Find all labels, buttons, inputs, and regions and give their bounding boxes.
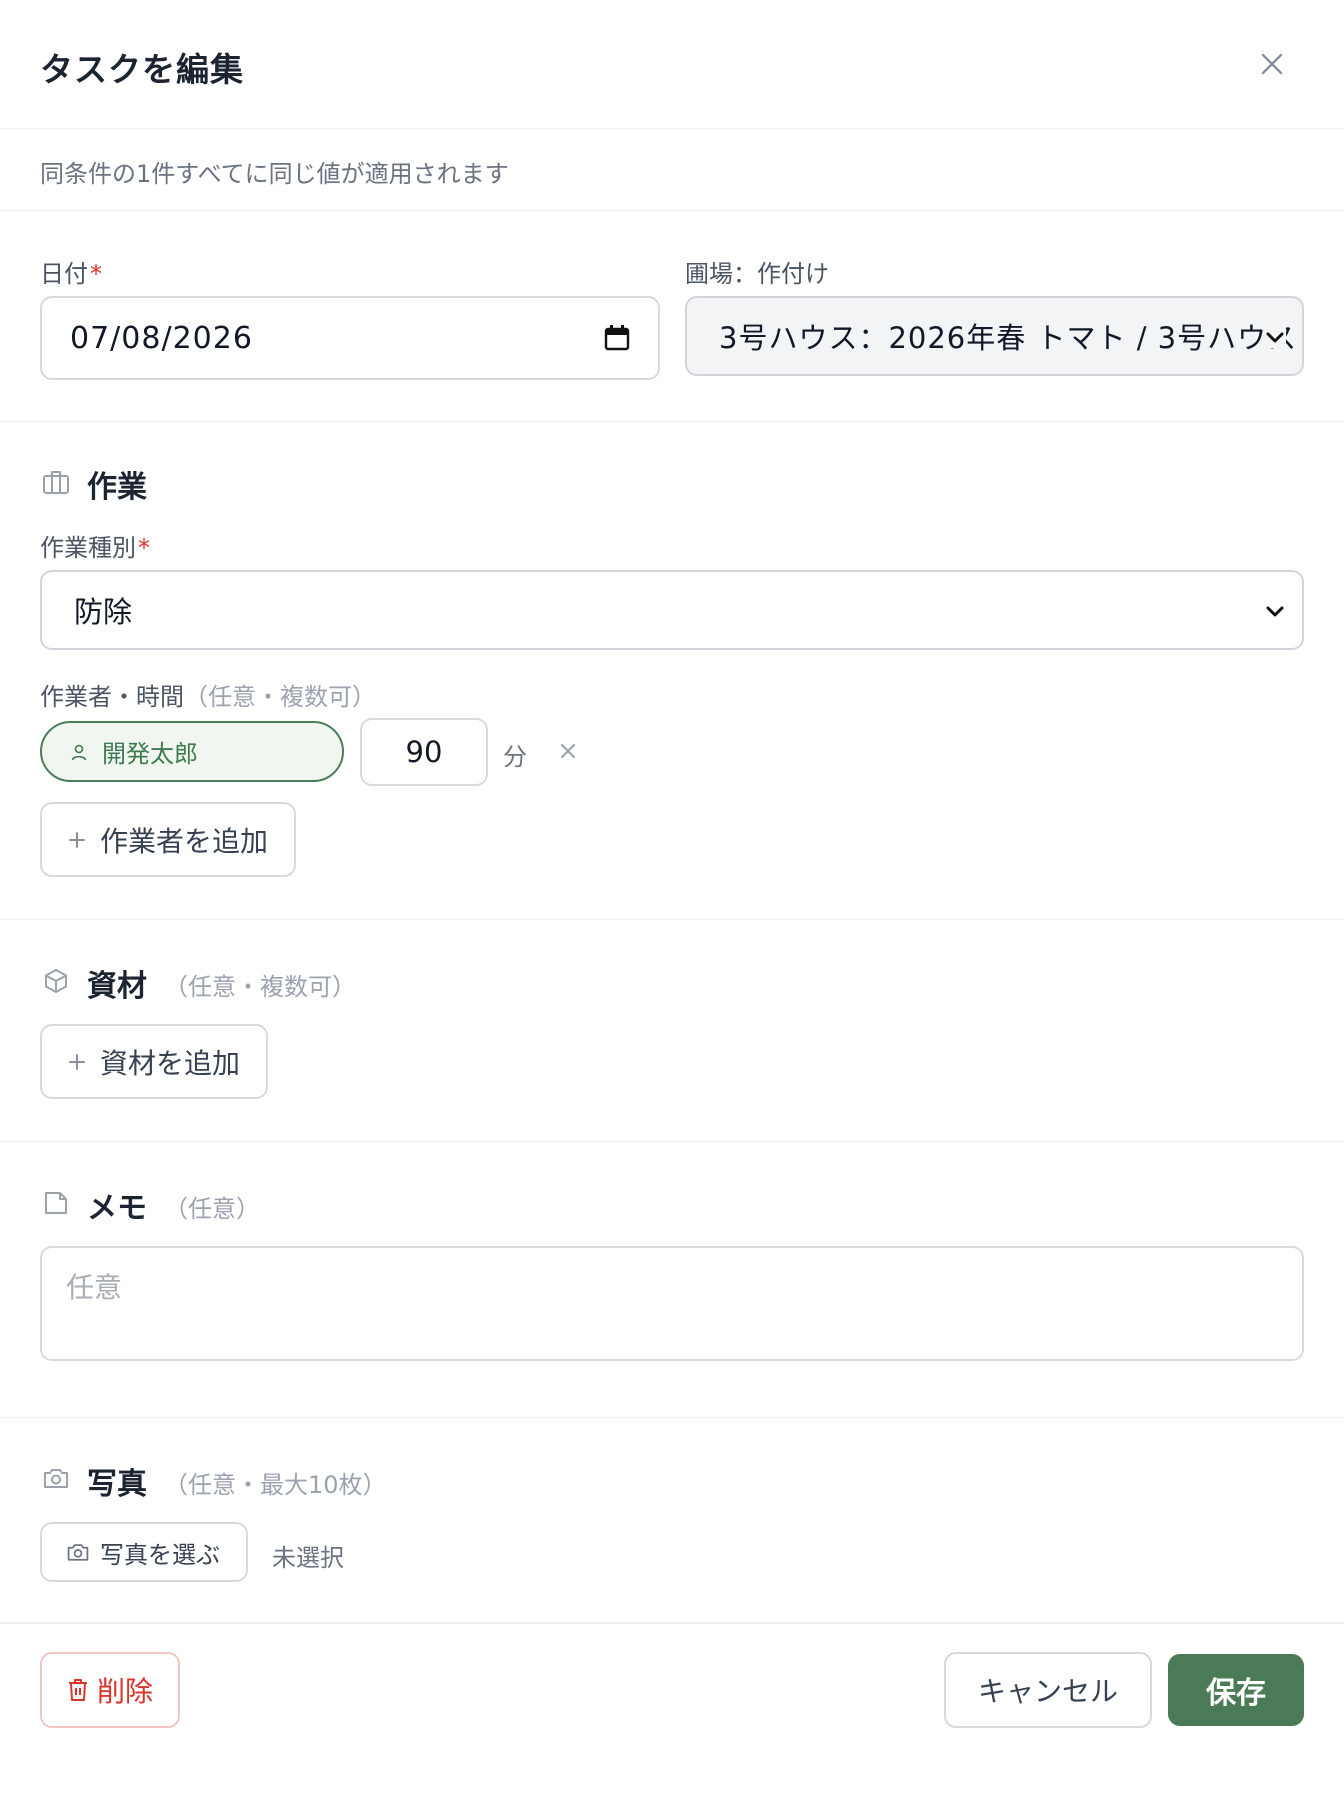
date-value: 07/08/2026 xyxy=(70,320,253,356)
modal-header: タスクを編集 xyxy=(0,0,1344,129)
add-worker-button[interactable]: 作業者を追加 xyxy=(40,802,296,877)
memo-textarea[interactable] xyxy=(40,1246,1304,1361)
chevron-down-icon xyxy=(1266,606,1284,617)
work-section-title: 作業 xyxy=(87,470,147,505)
remove-worker-button[interactable] xyxy=(553,736,583,766)
memo-hint: （任意） xyxy=(164,1195,260,1223)
close-icon xyxy=(561,744,575,758)
materials-hint: （任意・複数可） xyxy=(164,973,356,1001)
note-icon xyxy=(45,1192,67,1214)
cancel-button[interactable]: キャンセル xyxy=(944,1652,1152,1728)
calendar-icon[interactable] xyxy=(604,324,630,352)
photo-status: 未選択 xyxy=(272,1544,344,1572)
worker-minutes-value: 90 xyxy=(405,735,443,769)
memo-section-title: メモ xyxy=(87,1191,147,1226)
user-icon xyxy=(71,744,87,760)
box-icon xyxy=(45,969,67,993)
worker-chip[interactable]: 開発太郎 xyxy=(40,721,344,782)
notice-text: 同条件の1件すべてに同じ値が適用されます xyxy=(40,160,509,188)
save-button[interactable]: 保存 xyxy=(1168,1654,1304,1726)
worker-name: 開発太郎 xyxy=(102,740,198,768)
photo-section-title: 写真 xyxy=(87,1467,147,1502)
photo-hint: （任意・最大10枚） xyxy=(164,1471,387,1499)
modal-footer: 削除 キャンセル 保存 xyxy=(0,1622,1344,1800)
section-divider xyxy=(0,1417,1344,1418)
add-material-label: 資材を追加 xyxy=(100,1046,241,1080)
materials-section-title: 資材 xyxy=(87,969,147,1004)
add-material-button[interactable]: 資材を追加 xyxy=(40,1024,268,1099)
add-worker-label: 作業者を追加 xyxy=(100,824,269,858)
choose-photo-label: 写真を選ぶ xyxy=(100,1540,220,1569)
task-type-select[interactable]: 防除 xyxy=(40,570,1304,650)
date-input[interactable]: 07/08/2026 xyxy=(40,296,660,380)
trash-icon xyxy=(68,1679,87,1701)
date-label: 日付* xyxy=(40,260,102,288)
delete-label: 削除 xyxy=(96,1675,153,1708)
section-divider xyxy=(0,1141,1344,1142)
briefcase-icon xyxy=(43,471,69,494)
close-icon xyxy=(1261,53,1283,75)
close-button[interactable] xyxy=(1252,44,1292,84)
workers-label: 作業者・時間（任意・複数可） xyxy=(40,683,376,711)
modal-title: タスクを編集 xyxy=(40,50,244,89)
plot-select[interactable]: 3号ハウス：2026年春 トマト / 3号ハウス xyxy=(685,296,1304,376)
plot-select-value: 3号ハウス：2026年春 トマト / 3号ハウス xyxy=(719,321,1298,355)
task-type-label: 作業種別* xyxy=(40,534,150,562)
camera-icon xyxy=(44,1469,68,1488)
edit-task-modal: タスクを編集 同条件の1件すべてに同じ値が適用されます 日付* 07/08/20… xyxy=(0,0,1344,1800)
chevron-down-icon xyxy=(1264,326,1286,348)
plot-label: 圃場：作付け xyxy=(685,260,829,288)
worker-minutes-input[interactable]: 90 xyxy=(360,718,488,786)
plus-icon xyxy=(69,1053,85,1070)
task-type-value: 防除 xyxy=(74,595,133,629)
minutes-unit: 分 xyxy=(503,743,527,771)
delete-button[interactable]: 削除 xyxy=(40,1652,180,1728)
choose-photo-button[interactable]: 写真を選ぶ xyxy=(40,1522,248,1582)
section-divider xyxy=(0,919,1344,920)
section-divider xyxy=(0,421,1344,422)
camera-icon xyxy=(67,1544,89,1561)
bulk-apply-notice: 同条件の1件すべてに同じ値が適用されます xyxy=(0,129,1344,211)
plus-icon xyxy=(69,831,85,848)
